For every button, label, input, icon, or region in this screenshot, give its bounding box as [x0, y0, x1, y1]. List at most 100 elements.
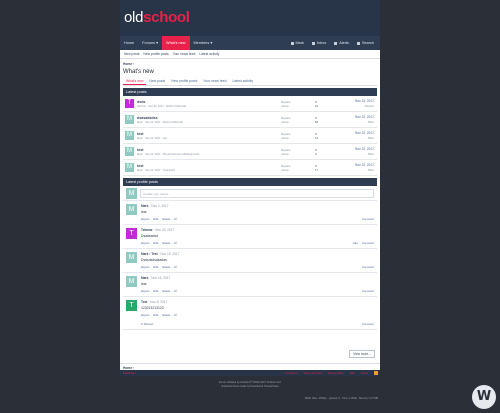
style-chooser[interactable]: oldschool ▾ — [123, 372, 136, 375]
avatar[interactable]: T — [125, 99, 134, 108]
edit-link[interactable]: Edit — [153, 289, 158, 293]
footer-terms[interactable]: Terms and rules — [303, 372, 321, 375]
edit-link[interactable]: Edit — [153, 265, 158, 269]
last-post-user[interactable]: Mark — [355, 120, 374, 125]
edit-link[interactable]: Edit — [153, 313, 158, 317]
delete-link[interactable]: Delete — [162, 217, 170, 221]
thread-title[interactable]: test — [137, 148, 375, 152]
tab-latest-activity[interactable]: Latest activity — [230, 78, 257, 85]
status-input[interactable]: Update your status... — [140, 188, 374, 198]
footer-contact[interactable]: Contact us — [285, 372, 297, 375]
rss-icon[interactable] — [374, 371, 378, 375]
likes-summary[interactable]: ♥ Tekmaz — [141, 320, 374, 329]
post-date[interactable]: · Nov 15, 2017 — [158, 252, 179, 256]
last-post-user[interactable]: Tekmaz — [355, 104, 374, 109]
nav-forums[interactable]: Forums ▾ — [138, 36, 162, 50]
report-link[interactable]: Report — [141, 241, 149, 245]
tab-news-feed[interactable]: Your news feed — [200, 78, 229, 85]
post-author[interactable]: Mark › Test — [141, 252, 158, 256]
avatar[interactable]: M — [125, 147, 134, 156]
view-more-button[interactable]: View more... — [349, 350, 375, 358]
avatar[interactable]: M — [125, 163, 134, 172]
thread-title[interactable]: dsasadsdss — [137, 116, 375, 120]
comment-link[interactable]: Comment — [362, 289, 374, 293]
last-post-user[interactable]: Mark — [355, 152, 374, 157]
avatar[interactable]: M — [126, 187, 137, 199]
comment-link[interactable]: Comment — [362, 217, 374, 221]
latest-posts-header[interactable]: Latest posts — [123, 88, 377, 96]
avatar[interactable]: T — [126, 300, 137, 311]
thread-row[interactable]: M test Mark · Nov 22, 2017 · PlayerUnkno… — [123, 144, 377, 160]
bottom-breadcrumb[interactable]: Home › — [120, 363, 380, 370]
last-post-date[interactable]: Nov 22, 2017 — [355, 163, 374, 168]
nav-members[interactable]: Members ▾ — [190, 36, 217, 50]
delete-link[interactable]: Delete — [162, 289, 170, 293]
edit-link[interactable]: Edit — [153, 241, 158, 245]
last-post-date[interactable]: Nov 23, 2017 — [355, 99, 374, 104]
avatar[interactable]: M — [126, 204, 137, 215]
nav-whats-new[interactable]: What's new — [161, 36, 190, 50]
avatar[interactable]: T — [126, 228, 137, 239]
nav-alerts[interactable]: Alerts — [330, 36, 353, 50]
ip-link[interactable]: IP — [174, 217, 177, 221]
footer-home[interactable]: Home — [361, 372, 368, 375]
tab-whats-new[interactable]: What's new — [123, 78, 147, 85]
post-text: test — [141, 210, 147, 214]
ip-link[interactable]: IP — [174, 241, 177, 245]
thread-row[interactable]: M test Mark · Nov 22, 2017 · test Replie… — [123, 128, 377, 144]
nav-home[interactable]: Home — [120, 36, 138, 50]
tab-new-profile-posts[interactable]: New profile posts — [168, 78, 200, 85]
thread-title[interactable]: dsds — [137, 100, 375, 104]
last-post-user[interactable]: Mark — [355, 168, 374, 173]
avatar[interactable]: M — [126, 252, 137, 263]
report-link[interactable]: Report — [141, 313, 149, 317]
thread-title[interactable]: test — [137, 164, 375, 168]
like-link[interactable]: Like — [353, 241, 358, 245]
avatar[interactable]: M — [125, 115, 134, 124]
footer-help[interactable]: Help — [350, 372, 355, 375]
comment-link[interactable]: Comment — [362, 265, 374, 269]
subnav-latest-activity[interactable]: Latest activity — [197, 52, 221, 56]
subnav-new-posts[interactable]: New posts — [122, 52, 141, 56]
copyright-line-2[interactable]: oldschool theme made by Pixel Exit & The… — [120, 385, 380, 389]
nav-inbox[interactable]: Inbox — [308, 36, 330, 50]
last-post-user[interactable]: Mark — [355, 136, 374, 141]
comment-link[interactable]: Comment — [362, 241, 374, 245]
comment-link[interactable]: Comment — [362, 322, 374, 326]
delete-link[interactable]: Delete — [162, 313, 170, 317]
edit-link[interactable]: Edit — [153, 217, 158, 221]
last-post-date[interactable]: Nov 22, 2017 — [355, 147, 374, 152]
report-link[interactable]: Report — [141, 265, 149, 269]
delete-link[interactable]: Delete — [162, 265, 170, 269]
post-date[interactable]: · Nov 15, 2017 — [149, 276, 170, 280]
thread-row[interactable]: T dsds Tekmaz · Nov 23, 2017 · World of … — [123, 96, 377, 112]
report-link[interactable]: Report — [141, 217, 149, 221]
last-post-date[interactable]: Nov 22, 2017 — [355, 131, 374, 136]
subnav-news-feed[interactable]: Your news feed — [171, 52, 198, 56]
ip-link[interactable]: IP — [174, 289, 177, 293]
thread-row[interactable]: M dsasadsdss Mark · Nov 22, 2017 · World… — [123, 112, 377, 128]
post-date[interactable]: · Dec 2, 2017 — [149, 204, 168, 208]
post-date[interactable]: · Nov 23, 2017 — [153, 228, 174, 232]
tab-new-posts[interactable]: New posts — [146, 78, 168, 85]
thread-row[interactable]: M test Mark · Nov 22, 2017 · Overwatch R… — [123, 160, 377, 176]
nav-account[interactable]: Mark — [287, 36, 308, 50]
post-author[interactable]: Mark — [141, 276, 148, 280]
avatar[interactable]: M — [126, 276, 137, 287]
avatar[interactable]: M — [125, 131, 134, 140]
thread-title[interactable]: test — [137, 132, 375, 136]
subnav-new-profile-posts[interactable]: New profile posts — [141, 52, 170, 56]
ip-link[interactable]: IP — [174, 265, 177, 269]
last-post-date[interactable]: Nov 22, 2017 — [355, 115, 374, 120]
post-author[interactable]: Tekmaz — [141, 228, 152, 232]
site-logo[interactable]: oldschool — [124, 9, 190, 27]
delete-link[interactable]: Delete — [162, 241, 170, 245]
post-author[interactable]: Mark — [141, 204, 148, 208]
nav-search[interactable]: Search — [353, 36, 378, 50]
post-author[interactable]: Test — [141, 300, 147, 304]
latest-profile-posts-header[interactable]: Latest profile posts — [123, 178, 377, 186]
post-date[interactable]: · Nov 8, 2017 — [148, 300, 167, 304]
ip-link[interactable]: IP — [174, 313, 177, 317]
report-link[interactable]: Report — [141, 289, 149, 293]
footer-privacy[interactable]: Privacy policy — [328, 372, 344, 375]
